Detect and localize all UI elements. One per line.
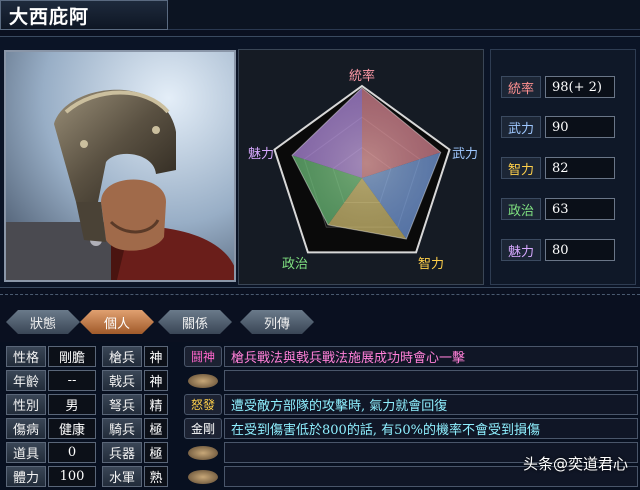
aptitude-value: 精 xyxy=(144,394,168,415)
personal-label: 傷病 xyxy=(6,418,46,439)
personal-value: 健康 xyxy=(48,418,96,439)
skill-description: 槍兵戰法與戟兵戰法施展成功時會心一擊 xyxy=(224,346,638,367)
personal-label: 性格 xyxy=(6,346,46,367)
radar-label-war: 武力 xyxy=(452,147,478,162)
stat-value: 80 xyxy=(545,239,615,261)
skill-description xyxy=(224,370,638,391)
aptitude-label: 槍兵 xyxy=(102,346,142,367)
aptitude-label: 騎兵 xyxy=(102,418,142,439)
skill-name: 鬪神 xyxy=(184,346,222,367)
personal-value: 男 xyxy=(48,394,96,415)
info-row: 性格 剛膽 槍兵 神 鬪神 槍兵戰法與戟兵戰法施展成功時會心一擊 xyxy=(0,346,640,368)
info-row: 年齡 -- 戟兵 神 xyxy=(0,370,640,392)
officer-main-panel: 統率 武力 智力 政治 魅力 統率 98(+ 2) 武力 90 智力 82 政治… xyxy=(0,36,640,288)
aptitude-value: 極 xyxy=(144,418,168,439)
stat-value: 98(+ 2) xyxy=(545,76,615,98)
stat-label: 武力 xyxy=(501,116,541,138)
stat-row-charisma: 魅力 80 xyxy=(501,239,615,261)
stat-label: 魅力 xyxy=(501,239,541,261)
tab-status[interactable]: 狀態 xyxy=(6,310,80,334)
aptitude-value: 熟 xyxy=(144,466,168,487)
radar-svg: 統率 武力 智力 政治 魅力 xyxy=(248,68,478,272)
stat-label: 統率 xyxy=(501,76,541,98)
personal-value: 100 xyxy=(48,466,96,487)
skill-description: 在受到傷害低於800的話, 有50%的機率不會受到損傷 xyxy=(224,418,638,439)
attribute-radar-chart: 統率 武力 智力 政治 魅力 xyxy=(238,49,484,285)
info-row: 性別 男 弩兵 精 怒發 遭受敵方部隊的攻擊時, 氣力就會回復 xyxy=(0,394,640,416)
personal-value: -- xyxy=(48,370,96,391)
radar-label-charisma: 魅力 xyxy=(248,147,274,162)
aptitude-value: 極 xyxy=(144,442,168,463)
personal-label: 道具 xyxy=(6,442,46,463)
tab-biography[interactable]: 列傳 xyxy=(240,310,314,334)
stat-value: 82 xyxy=(545,157,615,179)
skill-description: 遭受敵方部隊的攻擊時, 氣力就會回復 xyxy=(224,394,638,415)
stat-label: 智力 xyxy=(501,157,541,179)
officer-portrait xyxy=(4,50,236,282)
portrait-illustration xyxy=(6,52,234,280)
radar-label-politics: 政治 xyxy=(282,257,308,272)
personal-label: 年齡 xyxy=(6,370,46,391)
radar-label-intelligence: 智力 xyxy=(418,257,444,272)
skill-name xyxy=(188,446,218,460)
aptitude-label: 戟兵 xyxy=(102,370,142,391)
skill-name xyxy=(188,470,218,484)
radar-label-leadership: 統率 xyxy=(349,68,375,84)
stat-label: 政治 xyxy=(501,198,541,220)
stat-row-intelligence: 智力 82 xyxy=(501,157,615,179)
stat-row-leadership: 統率 98(+ 2) xyxy=(501,76,615,98)
personal-value: 0 xyxy=(48,442,96,463)
skill-name: 金剛 xyxy=(184,418,222,439)
skill-name xyxy=(188,374,218,388)
info-row: 傷病 健康 騎兵 極 金剛 在受到傷害低於800的話, 有50%的機率不會受到損… xyxy=(0,418,640,440)
stat-value: 90 xyxy=(545,116,615,138)
tab-bar: 狀態 個人 關係 列傳 xyxy=(0,310,640,336)
aptitude-value: 神 xyxy=(144,346,168,367)
officer-name: 大西庇阿 xyxy=(9,5,90,28)
stat-value: 63 xyxy=(545,198,615,220)
stat-row-politics: 政治 63 xyxy=(501,198,615,220)
top-strip xyxy=(168,0,640,30)
aptitude-label: 弩兵 xyxy=(102,394,142,415)
personal-label: 性別 xyxy=(6,394,46,415)
tab-personal[interactable]: 個人 xyxy=(80,310,154,334)
officer-name-bar: 大西庇阿 xyxy=(0,0,168,30)
personal-label: 體力 xyxy=(6,466,46,487)
personal-value: 剛膽 xyxy=(48,346,96,367)
aptitude-label: 水軍 xyxy=(102,466,142,487)
stat-row-war: 武力 90 xyxy=(501,116,615,138)
aptitude-label: 兵器 xyxy=(102,442,142,463)
stats-panel: 統率 98(+ 2) 武力 90 智力 82 政治 63 魅力 80 xyxy=(490,49,636,285)
skill-name: 怒發 xyxy=(184,394,222,415)
watermark: 头条@奕道君心 xyxy=(522,455,628,473)
tab-relations[interactable]: 關係 xyxy=(158,310,232,334)
aptitude-value: 神 xyxy=(144,370,168,391)
divider xyxy=(0,294,640,298)
